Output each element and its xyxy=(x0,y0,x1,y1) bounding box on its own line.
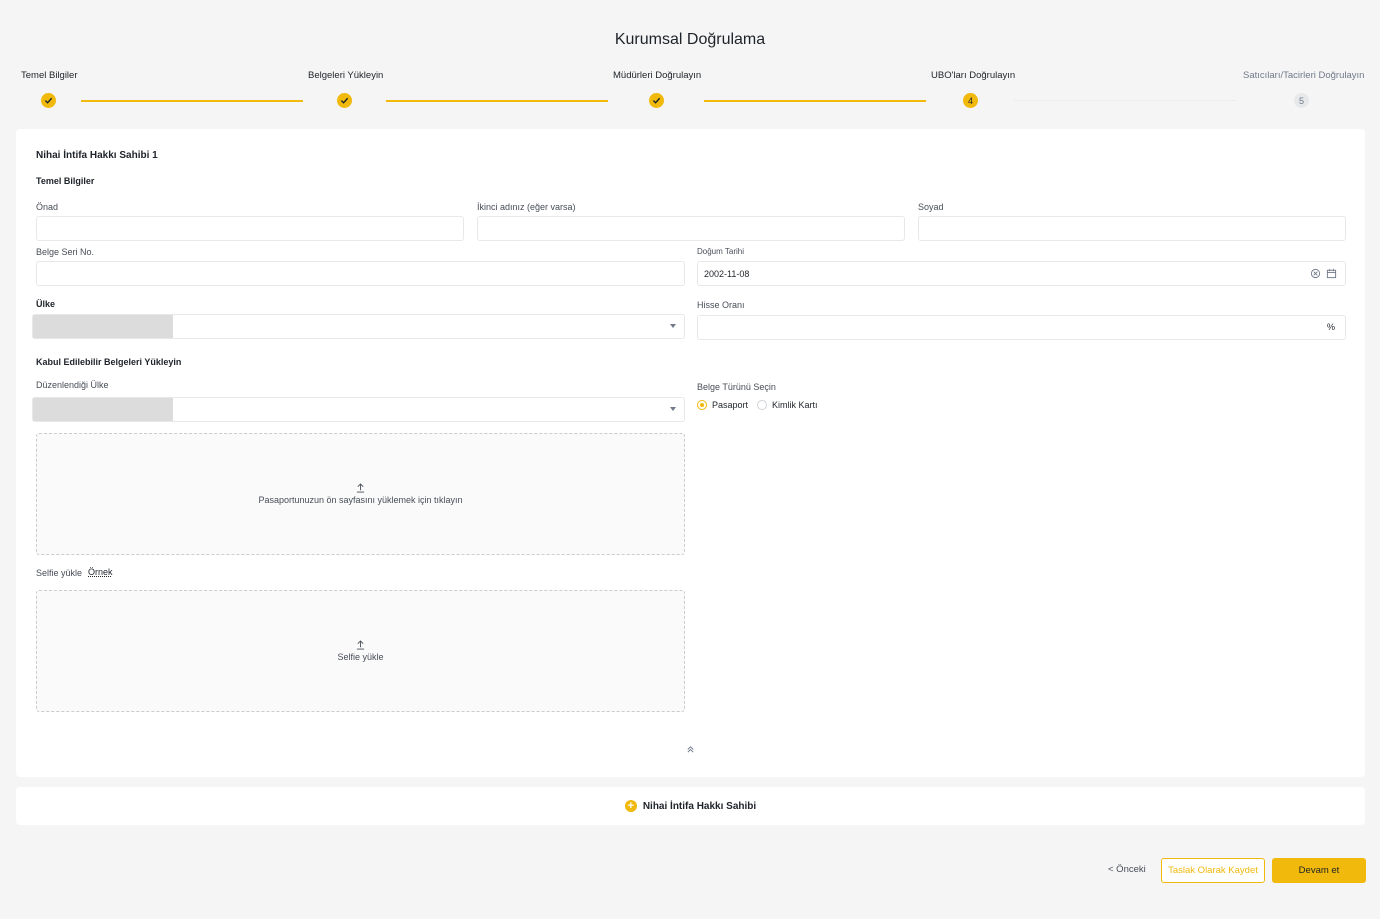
chevron-down-icon xyxy=(670,324,676,328)
calendar-icon[interactable] xyxy=(1326,268,1337,279)
percent-suffix: % xyxy=(1326,322,1335,332)
id-card-radio[interactable] xyxy=(757,400,767,410)
issuing-country-label: Düzenlendiği Ülke xyxy=(36,380,109,390)
middle-name-input[interactable] xyxy=(477,216,905,241)
collapse-chevron-up-icon[interactable] xyxy=(686,745,695,754)
step-connector-1 xyxy=(81,100,303,102)
step-label-upload-documents: Belgeleri Yükleyin xyxy=(308,70,384,81)
plus-circle-icon: + xyxy=(624,800,637,812)
selfie-upload-text: Selfie yükle xyxy=(337,652,384,662)
form-heading: Nihai İntifa Hakkı Sahibi 1 xyxy=(36,150,158,161)
step-label-verify-ubos: UBO'ları Doğrulayın xyxy=(931,70,1016,81)
step-3-check-icon xyxy=(649,93,664,108)
first-name-label: Önad xyxy=(36,202,59,212)
passport-radio-label[interactable]: Pasaport xyxy=(712,400,748,410)
chevron-down-icon xyxy=(670,407,676,411)
previous-button[interactable]: < Önceki xyxy=(1108,864,1146,875)
step-4-badge: 4 xyxy=(963,93,978,108)
share-ratio-input[interactable]: % xyxy=(697,315,1346,340)
step-label-basic-info: Temel Bilgiler xyxy=(21,70,78,81)
page-title: Kurumsal Doğrulama xyxy=(614,31,766,48)
document-serial-label: Belge Seri No. xyxy=(36,247,95,257)
step-label-verify-directors: Müdürleri Doğrulayın xyxy=(613,70,702,81)
birth-date-label: Doğum Tarihi xyxy=(697,247,744,256)
add-owner-button[interactable]: + Nihai İntifa Hakkı Sahibi xyxy=(16,787,1365,825)
passport-upload-text: Pasaportunuzun ön sayfasını yüklemek içi… xyxy=(258,495,463,505)
step-1-check-icon xyxy=(41,93,56,108)
step-2-check-icon xyxy=(337,93,352,108)
middle-name-label: İkinci adınız (eğer varsa) xyxy=(477,202,576,212)
birth-date-value: 2002-11-08 xyxy=(704,268,750,279)
last-name-label: Soyad xyxy=(918,202,944,212)
upload-icon xyxy=(356,640,365,650)
continue-button[interactable]: Devam et xyxy=(1272,858,1366,883)
document-serial-input[interactable] xyxy=(36,261,685,286)
step-connector-4 xyxy=(1014,100,1236,101)
upload-icon xyxy=(356,483,365,493)
add-owner-label: Nihai İntifa Hakkı Sahibi xyxy=(642,800,757,812)
first-name-input[interactable] xyxy=(36,216,464,241)
share-ratio-label: Hisse Oranı xyxy=(697,300,745,310)
country-select-placeholder xyxy=(33,315,173,338)
country-label: Ülke xyxy=(36,299,56,309)
passport-radio[interactable] xyxy=(697,400,707,410)
selfie-label: Selfie yükle xyxy=(36,568,83,578)
birth-date-input[interactable]: 2002-11-08 xyxy=(697,261,1346,286)
step-connector-3 xyxy=(704,100,926,102)
clear-icon[interactable] xyxy=(1310,268,1321,279)
basic-info-section-title: Temel Bilgiler xyxy=(36,176,95,186)
step-connector-2 xyxy=(386,100,608,102)
issuing-country-placeholder xyxy=(33,398,173,421)
last-name-input[interactable] xyxy=(918,216,1346,241)
save-draft-button[interactable]: Taslak Olarak Kaydet xyxy=(1161,858,1265,883)
ubo-form-card: Nihai İntifa Hakkı Sahibi 1 Temel Bilgil… xyxy=(16,129,1365,777)
document-type-label: Belge Türünü Seçin xyxy=(697,382,776,392)
documents-section-title: Kabul Edilebilir Belgeleri Yükleyin xyxy=(36,357,182,367)
step-5-badge: 5 xyxy=(1294,93,1309,108)
issuing-country-select[interactable] xyxy=(32,397,685,422)
country-select[interactable] xyxy=(32,314,685,339)
step-label-verify-merchants: Satıcıları/Tacirleri Doğrulayın xyxy=(1243,70,1365,81)
selfie-upload-dropzone[interactable]: Selfie yükle xyxy=(36,590,685,712)
id-card-radio-label[interactable]: Kimlik Kartı xyxy=(772,400,818,410)
selfie-example-link[interactable]: Örnek xyxy=(88,567,113,577)
passport-upload-dropzone[interactable]: Pasaportunuzun ön sayfasını yüklemek içi… xyxy=(36,433,685,555)
